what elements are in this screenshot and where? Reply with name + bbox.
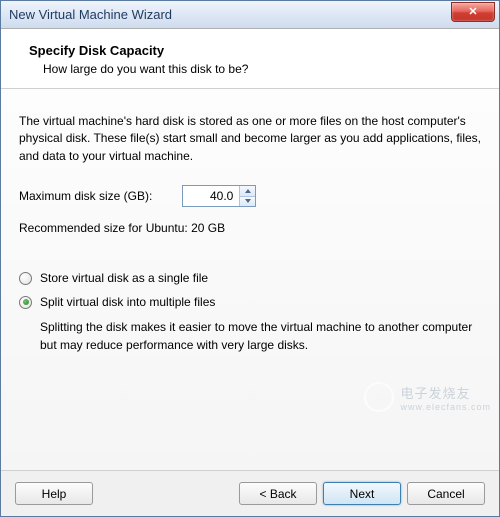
wizard-window: New Virtual Machine Wizard ✕ Specify Dis… (0, 0, 500, 517)
disk-size-label: Maximum disk size (GB): (19, 189, 152, 203)
back-button[interactable]: < Back (239, 482, 317, 505)
radio-single-label: Store virtual disk as a single file (40, 271, 208, 285)
next-button[interactable]: Next (323, 482, 401, 505)
close-button[interactable]: ✕ (451, 2, 495, 22)
radio-split-description: Splitting the disk makes it easier to mo… (40, 319, 481, 354)
disk-size-spinner[interactable] (182, 185, 256, 207)
radio-split-label: Split virtual disk into multiple files (40, 295, 215, 309)
watermark-url: www.elecfans.com (400, 402, 491, 412)
page-title: Specify Disk Capacity (29, 43, 479, 58)
recommended-text: Recommended size for Ubuntu: 20 GB (19, 221, 481, 235)
spinner-down-button[interactable] (240, 197, 255, 207)
spinner-buttons (239, 186, 255, 206)
watermark-logo-icon (364, 382, 394, 412)
titlebar: New Virtual Machine Wizard ✕ (1, 1, 499, 29)
chevron-down-icon (245, 199, 251, 203)
help-button[interactable]: Help (15, 482, 93, 505)
radio-icon (19, 272, 32, 285)
disk-size-row: Maximum disk size (GB): (19, 185, 481, 207)
chevron-up-icon (245, 189, 251, 193)
window-title: New Virtual Machine Wizard (9, 7, 172, 22)
radio-icon (19, 296, 32, 309)
watermark-text: 电子发烧友 (400, 383, 491, 402)
disk-size-input[interactable] (183, 186, 239, 206)
page-subtitle: How large do you want this disk to be? (29, 62, 479, 76)
spinner-up-button[interactable] (240, 186, 255, 197)
wizard-header: Specify Disk Capacity How large do you w… (1, 29, 499, 89)
disk-description: The virtual machine's hard disk is store… (19, 113, 481, 165)
close-icon: ✕ (468, 6, 477, 18)
watermark: 电子发烧友 www.elecfans.com (364, 382, 491, 412)
radio-split-files[interactable]: Split virtual disk into multiple files (19, 295, 481, 309)
wizard-content: The virtual machine's hard disk is store… (1, 89, 499, 470)
cancel-button[interactable]: Cancel (407, 482, 485, 505)
radio-single-file[interactable]: Store virtual disk as a single file (19, 271, 481, 285)
wizard-footer: Help < Back Next Cancel (1, 470, 499, 516)
